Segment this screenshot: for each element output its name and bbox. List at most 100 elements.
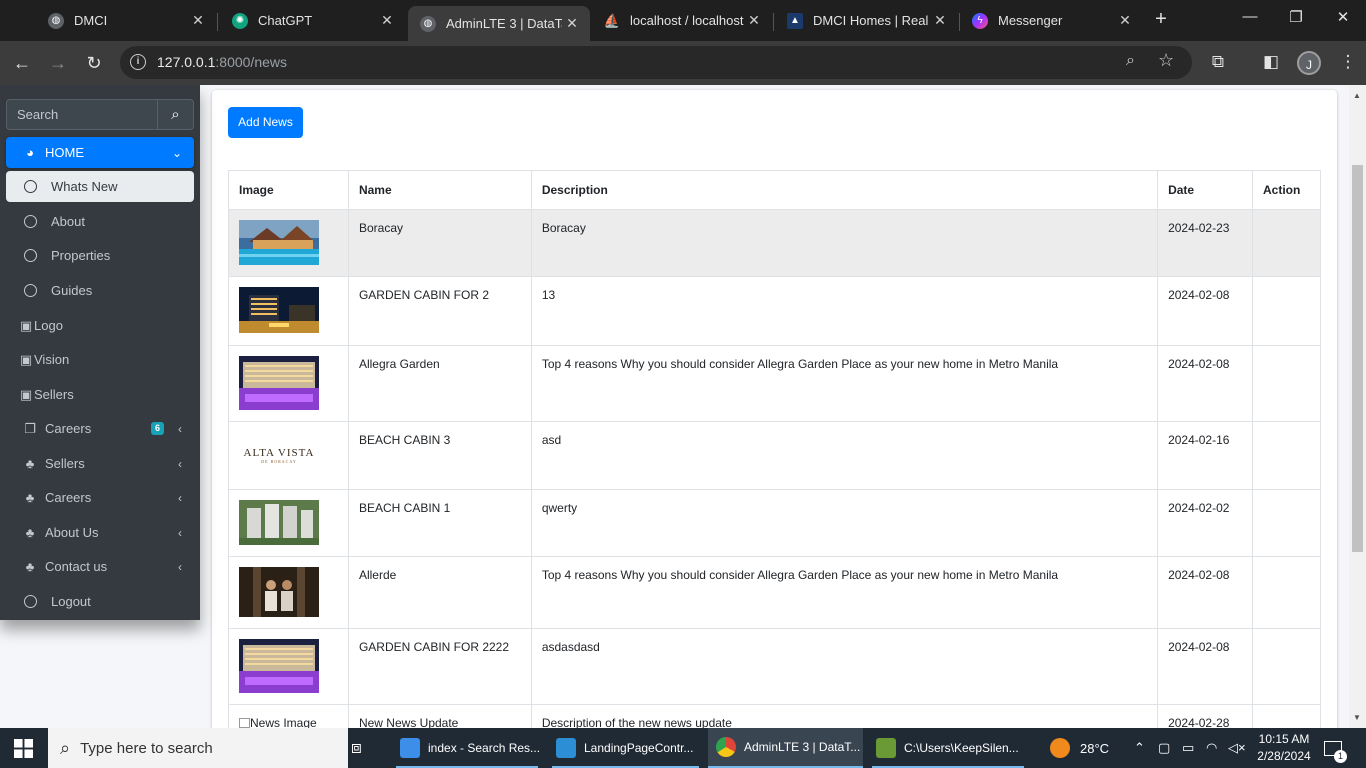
forward-icon[interactable]: → bbox=[46, 51, 70, 75]
tree-icon: ♣ bbox=[25, 559, 35, 574]
row-action[interactable] bbox=[1252, 209, 1321, 277]
row-action[interactable] bbox=[1252, 628, 1321, 705]
table-row[interactable]: Allerde Top 4 reasons Why you should con… bbox=[228, 556, 1321, 629]
close-tab-icon[interactable]: ✕ bbox=[562, 15, 582, 32]
sidebar-search-input[interactable]: Search bbox=[6, 99, 157, 130]
row-name: BEACH CABIN 3 bbox=[347, 421, 532, 490]
browser-tab-phpmyadmin[interactable]: ⛵ localhost / localhost / ✕ bbox=[592, 4, 772, 37]
globe-icon: ◍ bbox=[420, 15, 436, 32]
minimize-icon[interactable]: — bbox=[1240, 8, 1260, 25]
row-action[interactable] bbox=[1252, 276, 1321, 346]
tree-icon: ♣ bbox=[25, 525, 35, 540]
column-header-image[interactable]: Image bbox=[228, 170, 349, 210]
bookmark-star-icon[interactable]: ☆ bbox=[1158, 50, 1174, 71]
chevron-left-icon: ‹ bbox=[178, 490, 182, 505]
sidebar-item-whats-new[interactable]: Whats New bbox=[6, 171, 194, 202]
zoom-icon[interactable]: ⌕ bbox=[1126, 52, 1135, 70]
table-row[interactable]: GARDEN CABIN FOR 2 13 2024-02-08 bbox=[228, 276, 1321, 346]
table-row[interactable]: News Image New News Update Description o… bbox=[228, 704, 1321, 728]
battery-icon[interactable]: ▭ bbox=[1182, 728, 1194, 768]
address-bar[interactable]: i 127.0.0.1:8000/news ⌕ ☆ bbox=[120, 46, 1192, 79]
sidebar-item-about-us[interactable]: ♣ About Us ‹ bbox=[6, 517, 194, 548]
table-row[interactable]: BEACH CABIN 1 qwerty 2024-02-02 bbox=[228, 489, 1321, 557]
windows-start-icon[interactable] bbox=[14, 739, 33, 758]
sidebar-item-sellers[interactable]: ♣ Sellers ‹ bbox=[6, 448, 194, 479]
scroll-thumb[interactable] bbox=[1352, 165, 1363, 552]
search-icon[interactable]: ⌕ bbox=[157, 99, 194, 130]
taskbar-app-vscode[interactable]: LandingPageContr... bbox=[548, 728, 703, 768]
add-news-button[interactable]: Add News bbox=[228, 107, 303, 138]
browser-tab-messenger[interactable]: ϟ Messenger ✕ bbox=[960, 4, 1143, 37]
browser-tab-chatgpt[interactable]: ✺ ChatGPT ✕ bbox=[220, 4, 405, 37]
row-action[interactable] bbox=[1252, 489, 1321, 557]
taskbar-search[interactable]: ⌕ Type here to search bbox=[48, 728, 348, 768]
sidebar-item-logout[interactable]: Logout bbox=[6, 586, 194, 617]
sidebar-item-sellers-image[interactable]: ▣ Sellers bbox=[6, 379, 194, 410]
row-date: 2024-02-23 bbox=[1157, 209, 1253, 277]
column-header-name[interactable]: Name bbox=[347, 170, 532, 210]
chatgpt-icon: ✺ bbox=[232, 12, 248, 29]
profile-avatar[interactable]: J bbox=[1297, 51, 1321, 75]
extensions-icon[interactable]: ⧉ bbox=[1207, 52, 1229, 72]
sidebar-item-home[interactable]: ◕ HOME ⌄ bbox=[6, 137, 194, 168]
sidebar-item-contact-us[interactable]: ♣ Contact us ‹ bbox=[6, 551, 194, 582]
sidebar-item-logo[interactable]: ▣ Logo bbox=[6, 310, 194, 341]
close-tab-icon[interactable]: ✕ bbox=[188, 12, 208, 29]
close-tab-icon[interactable]: ✕ bbox=[930, 12, 950, 29]
row-action[interactable] bbox=[1252, 345, 1321, 422]
row-action[interactable] bbox=[1252, 421, 1321, 490]
column-header-date[interactable]: Date bbox=[1157, 170, 1253, 210]
row-date: 2024-02-02 bbox=[1157, 489, 1253, 557]
sidebar-item-guides[interactable]: Guides bbox=[6, 275, 194, 306]
taskbar-app-search-results[interactable]: index - Search Res... bbox=[392, 728, 542, 768]
window-close-icon[interactable]: ✕ bbox=[1333, 8, 1353, 26]
table-row[interactable]: GARDEN CABIN FOR 2222 asdasdasd 2024-02-… bbox=[228, 628, 1321, 705]
scroll-up-icon[interactable]: ▲ bbox=[1353, 91, 1361, 100]
dashboard-icon: ◕ bbox=[26, 145, 34, 160]
taskbar-app-chrome[interactable]: AdminLTE 3 | DataT... bbox=[708, 728, 863, 768]
restore-icon[interactable]: ❐ bbox=[1286, 8, 1306, 26]
row-action[interactable] bbox=[1252, 556, 1321, 629]
page-scrollbar[interactable]: ▲ ▼ bbox=[1349, 85, 1366, 728]
table-row[interactable]: Boracay Boracay 2024-02-23 bbox=[228, 209, 1321, 277]
back-icon[interactable]: ← bbox=[10, 51, 34, 75]
row-action[interactable] bbox=[1252, 704, 1321, 728]
sidebar-item-vision[interactable]: ▣ Vision bbox=[6, 344, 194, 375]
sidebar-item-about[interactable]: About bbox=[6, 206, 194, 237]
taskbar-app-explorer[interactable]: C:\Users\KeepSilen... bbox=[868, 728, 1028, 768]
browser-tab-adminlte[interactable]: ◍ AdminLTE 3 | DataTab ✕ bbox=[408, 6, 590, 41]
browser-tab-dmci[interactable]: ◍ DMCI ✕ bbox=[36, 4, 216, 37]
notifications-icon[interactable]: 1 bbox=[1324, 728, 1347, 768]
site-info-icon[interactable]: i bbox=[130, 54, 146, 70]
column-header-action[interactable]: Action bbox=[1252, 170, 1321, 210]
news-table: Image Name Description Date Action Borac… bbox=[228, 170, 1321, 728]
wifi-icon[interactable]: ◠ bbox=[1206, 728, 1217, 768]
close-tab-icon[interactable]: ✕ bbox=[377, 12, 397, 29]
sidebar-item-careers[interactable]: ♣ Careers ‹ bbox=[6, 482, 194, 513]
chevron-down-icon: ⌄ bbox=[171, 145, 182, 160]
sidebar-item-properties[interactable]: Properties bbox=[6, 240, 194, 271]
tray-meet-icon[interactable]: ▢ bbox=[1158, 728, 1170, 768]
task-view-icon[interactable]: ⧈ bbox=[351, 728, 362, 768]
url-text[interactable]: 127.0.0.1:8000/news bbox=[157, 54, 287, 70]
close-tab-icon[interactable]: ✕ bbox=[744, 12, 764, 29]
broken-image-alt: News Image bbox=[239, 716, 317, 728]
column-header-description[interactable]: Description bbox=[530, 170, 1159, 210]
tray-chevron-up-icon[interactable]: ⌃ bbox=[1134, 728, 1145, 768]
menu-kebab-icon[interactable]: ⋮ bbox=[1337, 52, 1359, 72]
side-panel-icon[interactable]: ◧ bbox=[1260, 52, 1282, 72]
close-tab-icon[interactable]: ✕ bbox=[1115, 12, 1135, 29]
volume-muted-icon[interactable]: ◁× bbox=[1228, 728, 1246, 768]
reload-icon[interactable]: ↻ bbox=[82, 51, 106, 75]
browser-tab-dmci-homes[interactable]: ▲ DMCI Homes | Real E ✕ bbox=[775, 4, 958, 37]
weather-widget[interactable]: 28°C bbox=[1050, 728, 1109, 768]
table-row[interactable]: ALTA VISTA DE BORACAY BEACH CABIN 3 asd … bbox=[228, 421, 1321, 490]
scroll-down-icon[interactable]: ▼ bbox=[1353, 713, 1361, 722]
circle-icon bbox=[24, 284, 37, 297]
sidebar-item-careers-copy[interactable]: ❐ Careers 6 ‹ bbox=[6, 413, 194, 444]
news-thumbnail-allerde bbox=[239, 567, 319, 617]
image-icon: ▣ bbox=[19, 351, 33, 367]
new-tab-button[interactable]: + bbox=[1150, 8, 1172, 30]
taskbar-clock[interactable]: 10:15 AM 2/28/2024 bbox=[1252, 731, 1316, 765]
table-row[interactable]: Allegra Garden Top 4 reasons Why you sho… bbox=[228, 345, 1321, 422]
